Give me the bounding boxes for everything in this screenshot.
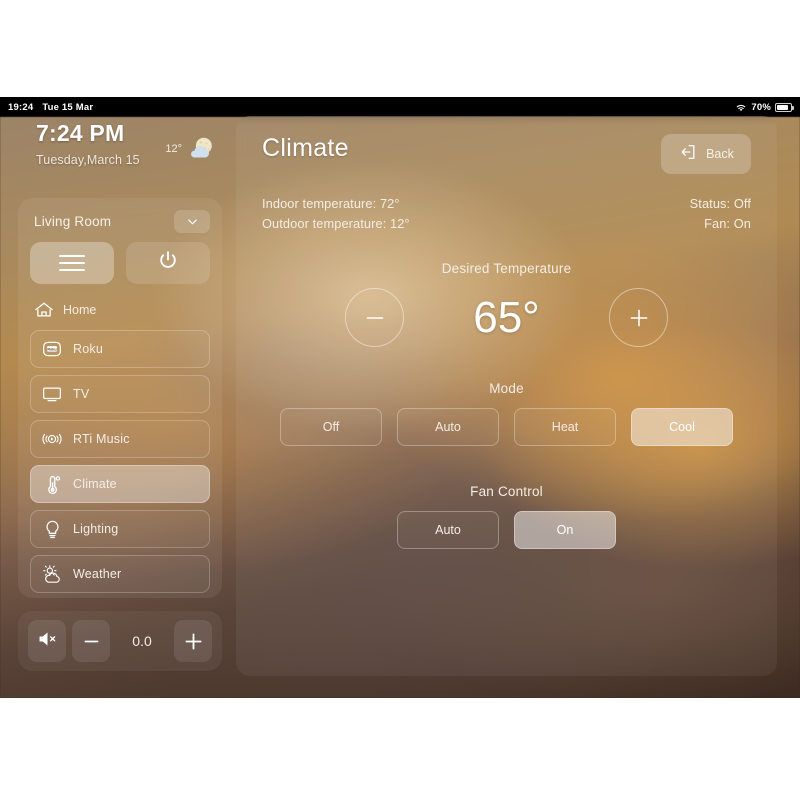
mode-label: Mode: [489, 381, 524, 396]
battery-percent-label: 70%: [751, 101, 771, 113]
page-title: Climate: [262, 134, 349, 162]
temperature-stepper: 65°: [262, 288, 751, 347]
mode-option-cool[interactable]: Cool: [631, 408, 733, 446]
lightbulb-icon: [42, 519, 62, 539]
volume-up-button[interactable]: [174, 620, 212, 662]
mode-option-auto[interactable]: Auto: [397, 408, 499, 446]
television-icon: [42, 384, 62, 404]
volume-down-button[interactable]: [72, 620, 110, 662]
exit-arrow-icon: [678, 142, 698, 167]
sun-behind-cloud-icon: [42, 564, 62, 584]
decrease-temperature-button[interactable]: [345, 288, 404, 347]
increase-temperature-button[interactable]: [609, 288, 668, 347]
sidebar-item-tv[interactable]: TV: [30, 375, 210, 413]
weather-summary: 12°: [165, 120, 216, 164]
desired-temperature-label: Desired Temperature: [441, 261, 572, 276]
svg-text:Roku: Roku: [47, 347, 56, 351]
sidebar-item-label: Weather: [73, 567, 122, 581]
fan-control-options: Auto On: [262, 511, 751, 549]
speaker-wave-icon: [42, 429, 62, 449]
status-bar-right: 70%: [735, 101, 794, 113]
plus-icon: [184, 632, 202, 650]
house-icon: [34, 300, 54, 320]
back-button-label: Back: [706, 147, 734, 161]
sidebar-item-label: RTi Music: [73, 432, 130, 446]
mode-option-heat[interactable]: Heat: [514, 408, 616, 446]
home-row[interactable]: Home: [30, 295, 210, 325]
back-button[interactable]: Back: [661, 134, 751, 174]
status-bar-left: 19:24 Tue 15 Mar: [8, 102, 93, 113]
home-label: Home: [63, 303, 97, 317]
mode-option-off[interactable]: Off: [280, 408, 382, 446]
mute-button[interactable]: [28, 620, 66, 662]
status-bar: 19:24 Tue 15 Mar 70%: [0, 97, 800, 117]
sidebar-item-climate[interactable]: Climate: [30, 465, 210, 503]
fan-control-label: Fan Control: [470, 484, 543, 499]
fan-status-label: Fan: On: [704, 216, 751, 231]
chevron-down-icon[interactable]: [174, 209, 210, 233]
wifi-icon: [735, 103, 747, 112]
status-bar-date: Tue 15 Mar: [42, 101, 94, 113]
power-icon: [156, 249, 180, 278]
desired-temperature-section: Desired Temperature 65°: [262, 261, 751, 347]
room-name-label: Living Room: [34, 213, 112, 229]
clock-block: 7:24 PM Tuesday,March 15: [36, 120, 165, 167]
temperature-readings: Indoor temperature: 72° Outdoor temperat…: [262, 196, 410, 231]
plus-icon: [630, 309, 647, 326]
sidebar-item-label: Climate: [73, 477, 117, 491]
sidebar: 7:24 PM Tuesday,March 15 12° Living Room…: [18, 116, 222, 696]
outdoor-temperature: Outdoor temperature: 12°: [262, 216, 410, 231]
mode-options: Off Auto Heat Cool: [262, 408, 751, 446]
clock-weather-header: 7:24 PM Tuesday,March 15 12°: [18, 116, 222, 167]
battery-icon: [775, 102, 794, 112]
sidebar-item-weather[interactable]: Weather: [30, 555, 210, 593]
mode-section: Mode Off Auto Heat Cool: [262, 381, 751, 446]
minus-icon: [366, 316, 383, 319]
panel-header: Climate Back: [262, 134, 751, 174]
clock-date: Tuesday,March 15: [36, 153, 140, 167]
menu-button[interactable]: [30, 242, 114, 284]
power-button[interactable]: [126, 242, 210, 284]
moon-behind-cloud-icon: [186, 134, 216, 164]
navigation-panel: Living Room Home Roku Roku TV RTi Music …: [18, 198, 222, 598]
sidebar-item-label: TV: [73, 387, 90, 401]
climate-panel: Climate Back Indoor temperature: 72° Out…: [236, 116, 777, 676]
fan-control-section: Fan Control Auto On: [262, 484, 751, 549]
volume-panel: 0.0: [18, 611, 222, 671]
clock-time: 7:24 PM: [36, 120, 125, 146]
tablet-screen: 19:24 Tue 15 Mar 70% 7:24 PM Tuesday,Mar…: [0, 97, 800, 698]
fan-option-on[interactable]: On: [514, 511, 616, 549]
quick-action-row: [30, 242, 210, 284]
speaker-mute-icon: [36, 629, 59, 654]
desired-temperature-value: 65°: [473, 292, 540, 342]
sidebar-item-lighting[interactable]: Lighting: [30, 510, 210, 548]
sidebar-item-roku[interactable]: Roku Roku: [30, 330, 210, 368]
hamburger-menu-icon: [59, 255, 85, 271]
status-label: Status: Off: [689, 196, 751, 211]
roku-icon: Roku: [42, 339, 62, 359]
indoor-temperature: Indoor temperature: 72°: [262, 196, 400, 211]
sidebar-item-rti-music[interactable]: RTi Music: [30, 420, 210, 458]
room-selector[interactable]: Living Room: [30, 208, 210, 234]
thermometer-icon: [42, 474, 62, 494]
sidebar-item-label: Roku: [73, 342, 103, 356]
weather-temperature: 12°: [165, 143, 182, 155]
system-status: Status: Off Fan: On: [690, 196, 751, 231]
sidebar-item-label: Lighting: [73, 522, 119, 536]
fan-option-auto[interactable]: Auto: [397, 511, 499, 549]
volume-value: 0.0: [132, 633, 152, 649]
status-bar-time: 19:24: [8, 101, 34, 113]
climate-info-row: Indoor temperature: 72° Outdoor temperat…: [262, 196, 751, 231]
minus-icon: [84, 640, 98, 642]
